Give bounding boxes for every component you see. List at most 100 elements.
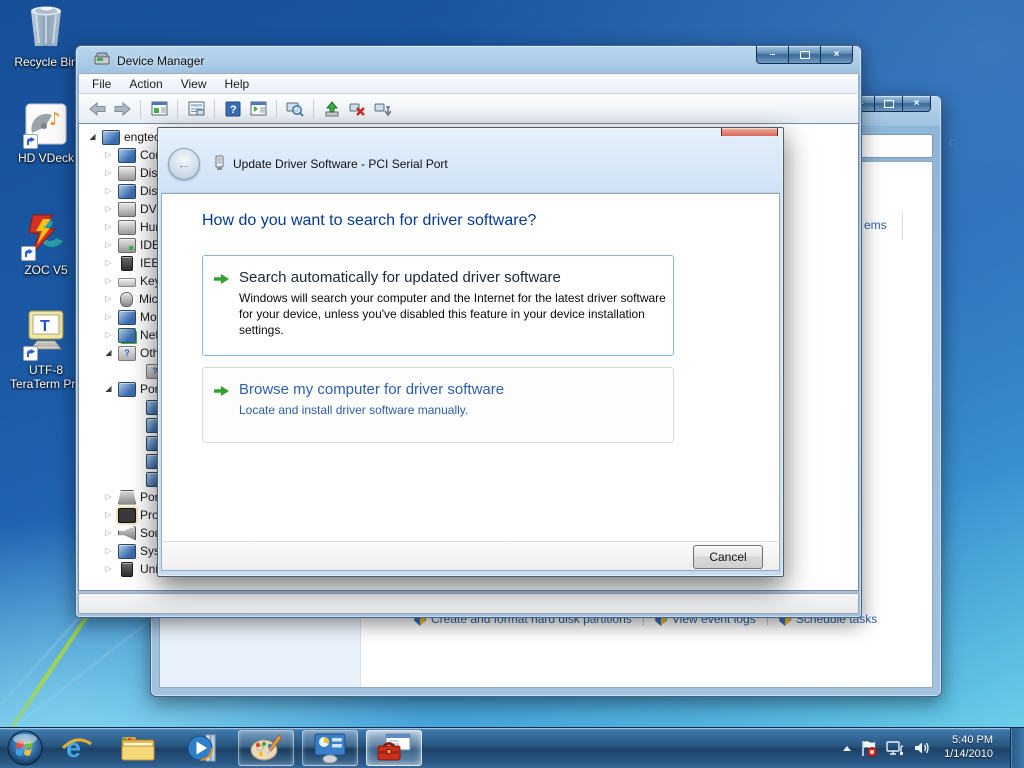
show-hidden-icons-button[interactable] <box>843 745 852 751</box>
hid-device-icon <box>118 219 136 235</box>
expand-expander-icon[interactable] <box>103 565 114 573</box>
expand-expander-icon[interactable] <box>103 169 114 177</box>
device-manager-icon <box>94 52 110 69</box>
dialog-title: Update Driver Software - PCI Serial Port <box>214 155 448 174</box>
minimize-button[interactable]: – <box>756 46 789 64</box>
collapse-expander-icon[interactable] <box>103 385 114 393</box>
plug-device-icon <box>121 255 133 271</box>
plug-device-icon <box>121 561 133 577</box>
zoc-v5-icon <box>21 211 69 261</box>
partial-link[interactable]: ems <box>864 218 887 232</box>
update-driver-icon[interactable] <box>322 99 342 119</box>
collapse-expander-icon[interactable] <box>87 133 98 141</box>
network-icon[interactable] <box>886 740 905 756</box>
ide-device-icon <box>118 237 136 253</box>
taskbar-media-player-icon[interactable] <box>186 732 220 764</box>
forward-icon[interactable] <box>112 99 132 119</box>
green-arrow-icon <box>214 273 230 288</box>
expand-expander-icon[interactable] <box>103 529 114 537</box>
other-device-icon <box>118 345 136 361</box>
shortcut-arrow-icon <box>21 246 36 261</box>
scan-hardware-changes-icon[interactable] <box>372 99 392 119</box>
start-button[interactable] <box>6 729 44 767</box>
shortcut-arrow-icon <box>23 134 38 149</box>
dialog-header: ← Update Driver Software - PCI Serial Po… <box>161 136 780 193</box>
expand-expander-icon[interactable] <box>103 259 114 267</box>
console-window-icon[interactable] <box>149 99 169 119</box>
desktop-screen: Recycle Bin ♪ HD VDeck ZOC V5 T UTF-8 Te… <box>0 0 1024 768</box>
show-window-icon[interactable] <box>248 99 268 119</box>
screen-device-icon <box>118 147 136 163</box>
menu-view[interactable]: View <box>172 75 216 93</box>
expand-expander-icon[interactable] <box>103 187 114 195</box>
recycle-bin-icon <box>23 1 69 52</box>
taskbar-app-paint[interactable] <box>238 730 294 766</box>
tray-time: 5:40 PM <box>952 734 993 747</box>
cpu-device-icon <box>118 507 136 523</box>
dvd-device-icon <box>118 201 136 217</box>
expand-expander-icon[interactable] <box>103 493 114 501</box>
taskbar-app-admin-toolbox[interactable] <box>366 730 422 766</box>
collapse-expander-icon[interactable] <box>103 349 114 357</box>
option-title: Browse my computer for driver software <box>239 381 505 398</box>
green-arrow-icon <box>214 385 230 400</box>
pc-device-icon <box>102 129 120 145</box>
disk-device-icon <box>118 165 136 181</box>
option-browse-computer[interactable]: Browse my computer for driver software L… <box>202 367 674 443</box>
menu-help[interactable]: Help <box>216 75 259 93</box>
expand-expander-icon[interactable] <box>103 205 114 213</box>
tray-clock[interactable]: 5:40 PM 1/14/2010 <box>944 734 993 762</box>
screen-device-icon <box>118 543 136 559</box>
expand-expander-icon[interactable] <box>103 241 114 249</box>
teraterm-icon: T <box>23 309 69 361</box>
expand-expander-icon[interactable] <box>103 151 114 159</box>
svg-text:e: e <box>66 733 81 763</box>
taskbar: e 5:40 PM 1/14/2010 <box>0 727 1024 768</box>
screen-device-icon <box>118 183 136 199</box>
expand-expander-icon[interactable] <box>103 331 114 339</box>
hd-vdeck-icon: ♪ <box>23 103 67 149</box>
uninstall-icon[interactable] <box>347 99 367 119</box>
help-icon[interactable]: ? <box>223 99 243 119</box>
scan-icon[interactable] <box>285 99 305 119</box>
window-caption-buttons: – × <box>756 46 853 64</box>
menu-file[interactable]: File <box>83 75 120 93</box>
sound-device-icon <box>118 525 136 541</box>
close-button[interactable]: × <box>820 46 853 64</box>
search-icon <box>948 138 961 154</box>
screen-device-icon <box>118 309 136 325</box>
dialog-heading: How do you want to search for driver sof… <box>202 212 537 229</box>
status-bar <box>78 593 859 614</box>
menu-action[interactable]: Action <box>120 75 171 93</box>
volume-icon[interactable] <box>914 740 931 756</box>
action-center-flag-icon[interactable] <box>860 740 878 757</box>
dialog-title-text: Update Driver Software - PCI Serial Port <box>233 157 448 171</box>
taskbar-app-system-console[interactable] <box>302 730 358 766</box>
window-title: Device Manager <box>94 52 204 69</box>
show-desktop-button[interactable] <box>1010 728 1024 768</box>
toolbar: ? <box>78 94 859 123</box>
expand-expander-icon[interactable] <box>103 547 114 555</box>
taskbar-internet-explorer-icon[interactable]: e <box>60 732 94 764</box>
svg-text:?: ? <box>230 104 237 116</box>
update-driver-dialog: × ← Update Driver Software - PCI Serial … <box>157 127 784 577</box>
expand-expander-icon[interactable] <box>103 295 114 303</box>
close-button[interactable]: × <box>902 96 931 112</box>
cancel-button[interactable]: Cancel <box>693 545 763 569</box>
expand-expander-icon[interactable] <box>103 223 114 231</box>
taskbar-windows-explorer-icon[interactable] <box>120 733 156 763</box>
back-icon[interactable] <box>87 99 107 119</box>
maximize-button[interactable] <box>874 96 903 112</box>
option-description: Windows will search your computer and th… <box>239 291 666 338</box>
window-title-text: Device Manager <box>117 53 205 68</box>
menu-bar: File Action View Help <box>78 73 859 94</box>
maximize-button[interactable] <box>788 46 821 64</box>
expand-expander-icon[interactable] <box>103 277 114 285</box>
properties-icon[interactable] <box>186 99 206 119</box>
expand-expander-icon[interactable] <box>103 313 114 321</box>
option-search-automatically[interactable]: Search automatically for updated driver … <box>202 255 674 356</box>
back-button[interactable]: ← <box>168 148 200 180</box>
expand-expander-icon[interactable] <box>103 511 114 519</box>
column-divider <box>902 212 903 240</box>
system-tray: 5:40 PM 1/14/2010 <box>843 728 1024 768</box>
